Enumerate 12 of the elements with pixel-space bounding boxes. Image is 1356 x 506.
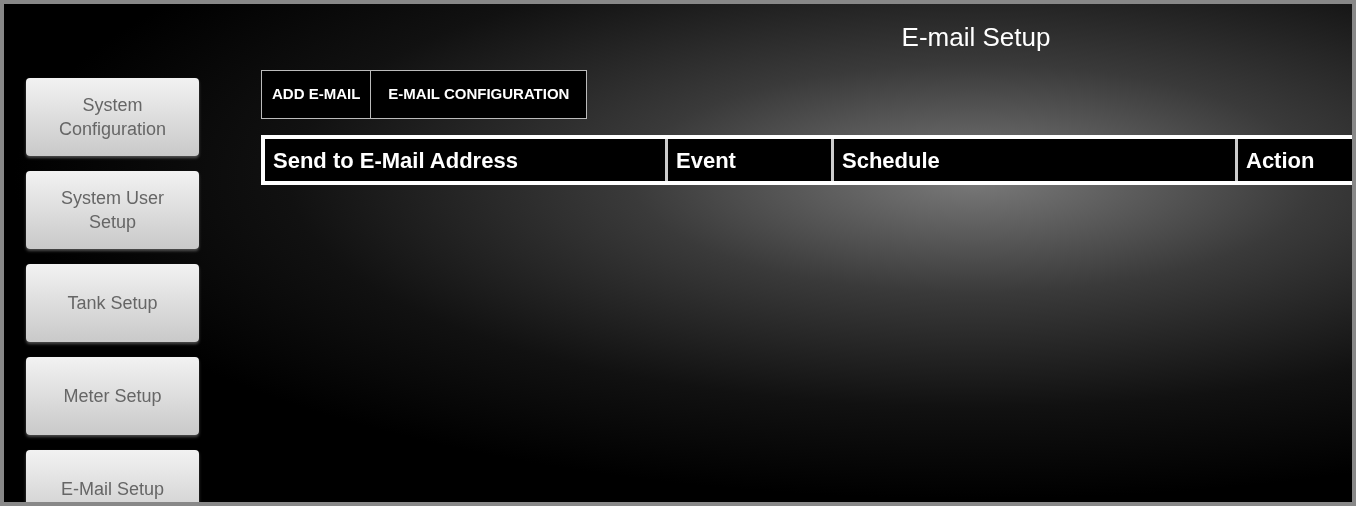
sidebar-button[interactable]: System Configuration bbox=[26, 78, 199, 156]
column-header: Action bbox=[1235, 139, 1352, 181]
sidebar-button[interactable]: Tank Setup bbox=[26, 264, 199, 342]
tab-button[interactable]: E-MAIL CONFIGURATION bbox=[371, 70, 588, 119]
column-header: Send to E-Mail Address bbox=[272, 146, 519, 175]
column-header: Schedule bbox=[831, 139, 1235, 181]
page-title: E-mail Setup bbox=[901, 20, 1051, 54]
sidebar-button[interactable]: System User Setup bbox=[26, 171, 199, 249]
sidebar-button[interactable]: Meter Setup bbox=[26, 357, 199, 435]
sidebar-button[interactable]: E-Mail Setup bbox=[26, 450, 199, 502]
column-header: Event bbox=[665, 139, 831, 181]
tab-button[interactable]: ADD E-MAIL bbox=[261, 70, 372, 119]
